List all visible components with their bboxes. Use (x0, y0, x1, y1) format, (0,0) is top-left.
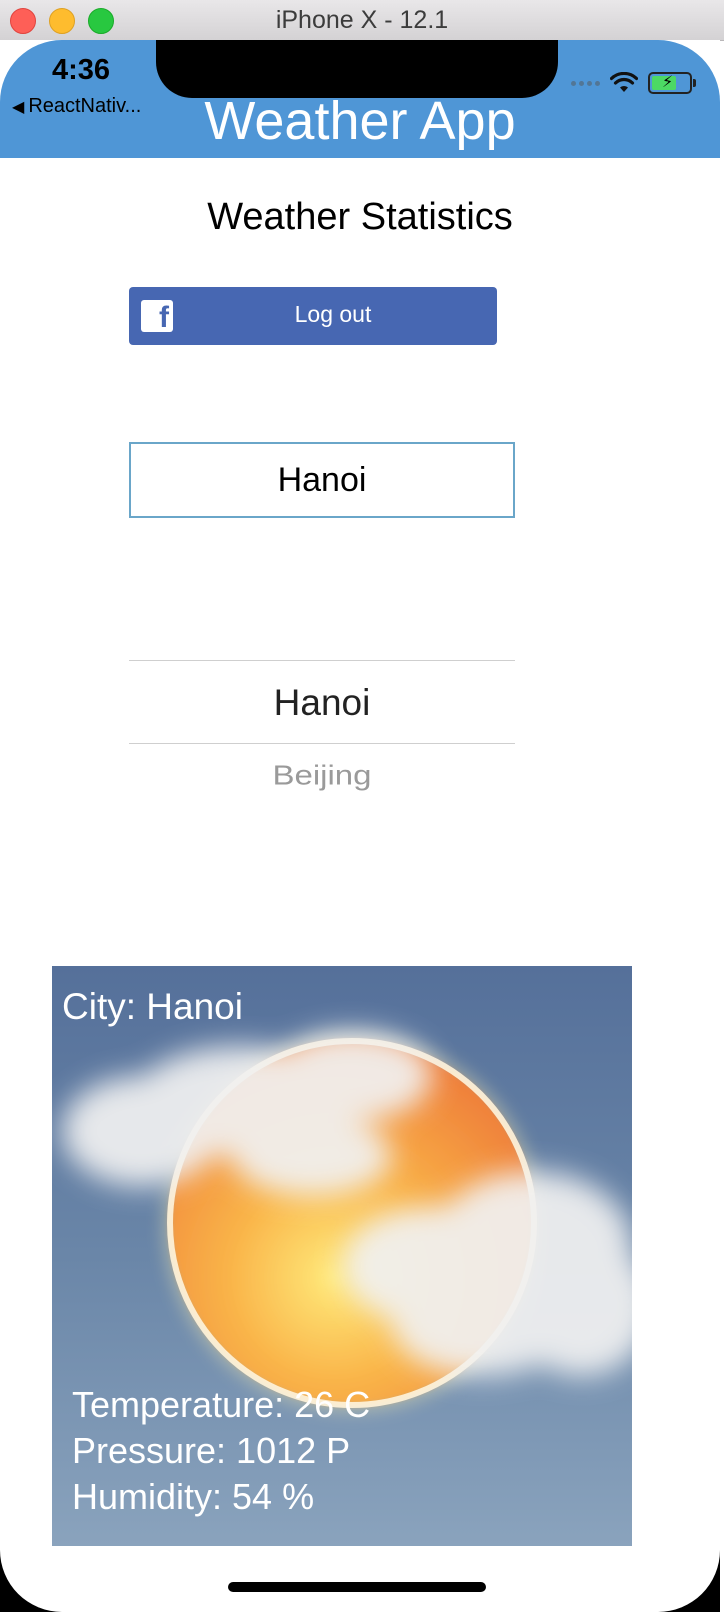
city-picker[interactable]: Hanoi Beijing (129, 660, 515, 820)
humidity-label: Humidity: 54 % (72, 1476, 315, 1517)
logout-label: Log out (294, 301, 372, 327)
facebook-logout-button[interactable]: f Log out (129, 287, 497, 345)
temperature-label: Temperature: 26 C (72, 1384, 371, 1425)
simulator-titlebar: iPhone X - 12.1 (0, 0, 724, 41)
window-title: iPhone X - 12.1 (275, 6, 449, 34)
cellular-signal-icon (571, 80, 600, 86)
picker-top-divider (129, 660, 515, 661)
picker-next-option[interactable]: Beijing (129, 759, 515, 791)
home-indicator[interactable] (228, 1582, 486, 1592)
status-time: 4:36 (52, 54, 111, 86)
phone-screen: 4:36 ◀ ReactNativ... ⚡ Weather App Weathe… (0, 40, 720, 1612)
card-city-label: City: Hanoi (62, 986, 243, 1027)
city-input[interactable]: Hanoi (129, 442, 515, 518)
weather-card: City: Hanoi Temperature: 26 C Pressure: … (52, 966, 632, 1546)
pressure-label: Pressure: 1012 P (72, 1430, 351, 1471)
picker-bottom-divider (129, 743, 515, 744)
nav-bar: 4:36 ◀ ReactNativ... ⚡ Weather App (0, 40, 720, 158)
picker-selected-option[interactable]: Hanoi (129, 682, 515, 724)
page-subtitle: Weather Statistics (207, 196, 513, 238)
charging-bolt-icon: ⚡ (662, 74, 674, 91)
nav-title: Weather App (204, 91, 516, 151)
